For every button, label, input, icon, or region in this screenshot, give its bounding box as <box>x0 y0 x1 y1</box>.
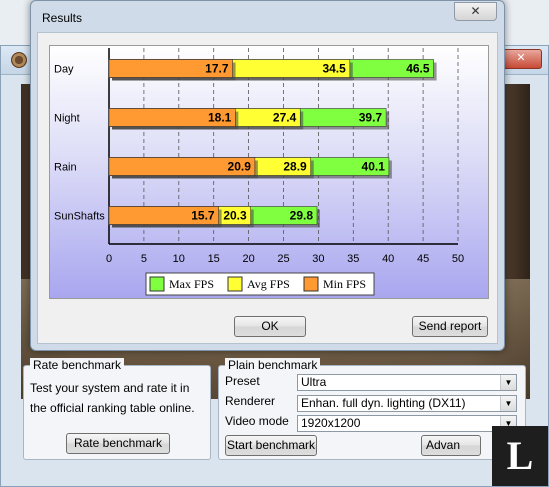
fps-chart: 0 5 10 15 20 25 30 35 40 45 50 Day 46.5 34.5 17.7 Night… <box>54 48 464 296</box>
results-title: Results <box>42 11 83 25</box>
renderer-label: Renderer <box>225 394 276 408</box>
preset-select[interactable]: Ultra ▼ <box>297 374 517 391</box>
video-mode-label: Video mode <box>225 414 289 428</box>
x-tick-label: 25 <box>277 253 289 265</box>
data-label: 17.7 <box>205 62 229 76</box>
results-body: 0 5 10 15 20 25 30 35 40 45 50 Day 46.5 34.5 17.7 Night… <box>37 32 498 344</box>
x-tick-label: 45 <box>417 253 429 265</box>
x-tick-label: 15 <box>208 253 220 265</box>
site-logo: L <box>492 426 548 486</box>
ok-button[interactable]: OK <box>234 316 306 337</box>
data-label: 40.1 <box>362 160 386 174</box>
plain-benchmark-group: Plain benchmark Preset Ultra ▼ Renderer … <box>218 358 526 460</box>
data-label: 34.5 <box>322 62 346 76</box>
rate-benchmark-title: Rate benchmark <box>30 358 125 372</box>
data-label: 46.5 <box>406 62 430 76</box>
advanced-button[interactable]: Advan <box>421 435 481 456</box>
legend-swatch <box>227 276 243 292</box>
x-tick-label: 5 <box>141 253 147 265</box>
category-label: Day <box>54 64 74 76</box>
close-button[interactable]: ✕ <box>454 2 497 21</box>
legend-label: Min FPS <box>323 277 366 291</box>
data-label: 20.9 <box>228 160 252 174</box>
chevron-down-icon[interactable]: ▼ <box>500 375 516 390</box>
legend-swatch <box>149 276 165 292</box>
x-tick-label: 20 <box>242 253 254 265</box>
preset-value: Ultra <box>301 375 327 389</box>
x-tick-label: 35 <box>347 253 359 265</box>
data-label: 18.1 <box>208 111 232 125</box>
chevron-down-icon[interactable]: ▼ <box>500 396 516 411</box>
category-label: Rain <box>54 162 77 174</box>
video-mode-value: 1920x1200 <box>301 416 361 430</box>
x-tick-label: 10 <box>173 253 185 265</box>
renderer-select[interactable]: Enhan. full dyn. lighting (DX11) ▼ <box>297 395 517 412</box>
x-tick-label: 40 <box>382 253 394 265</box>
fps-chart-panel: 0 5 10 15 20 25 30 35 40 45 50 Day 46.5 34.5 17.7 Night… <box>49 45 489 299</box>
data-label: 28.9 <box>283 160 307 174</box>
video-mode-select[interactable]: 1920x1200 ▼ <box>297 415 517 432</box>
data-label: 27.4 <box>273 111 297 125</box>
category-label: SunShafts <box>54 211 105 223</box>
launcher-close-button[interactable] <box>500 49 542 69</box>
preset-label: Preset <box>225 374 260 388</box>
data-label: 39.7 <box>359 111 383 125</box>
plain-benchmark-title: Plain benchmark <box>225 358 321 372</box>
legend-label: Max FPS <box>169 277 214 291</box>
close-icon: ✕ <box>470 4 481 18</box>
legend-label: Avg FPS <box>247 277 290 291</box>
data-label: 29.8 <box>290 209 314 223</box>
data-label: 20.3 <box>223 209 247 223</box>
legend-swatch <box>303 276 319 292</box>
renderer-value: Enhan. full dyn. lighting (DX11) <box>301 396 466 410</box>
x-tick-label: 30 <box>312 253 324 265</box>
start-benchmark-button[interactable]: Start benchmark <box>225 435 317 456</box>
send-report-button[interactable]: Send report <box>412 316 488 337</box>
x-tick-label: 50 <box>452 253 464 265</box>
rate-benchmark-button[interactable]: Rate benchmark <box>66 433 170 454</box>
category-label: Night <box>54 113 80 125</box>
results-dialog: Results ✕ 0 5 10 15 20 25 30 35 40 45 50 Day 46.5 34.… <box>30 0 505 351</box>
x-tick-label: 0 <box>106 253 112 265</box>
app-icon <box>11 52 27 68</box>
rate-benchmark-group: Rate benchmark Test your system and rate… <box>23 358 211 460</box>
data-label: 15.7 <box>191 209 215 223</box>
rate-benchmark-description: Test your system and rate it in the offi… <box>30 381 195 415</box>
